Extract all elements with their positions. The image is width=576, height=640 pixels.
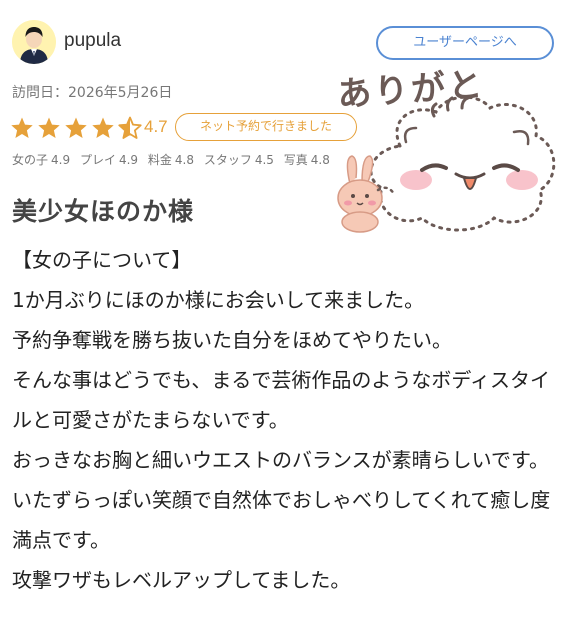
star-half-icon: [118, 116, 142, 139]
star-full-icon: [65, 117, 87, 138]
subscore-girl: 女の子 4.9: [12, 153, 71, 167]
subscore-staff: スタッフ 4.5: [203, 153, 274, 167]
rating-stars: [10, 114, 145, 142]
rating-value: 4.7: [144, 117, 168, 136]
star-full-icon: [92, 117, 114, 138]
username[interactable]: pupula: [64, 30, 121, 52]
review-paragraph: 1か月ぶりにほのか様にお会いして来ました。: [12, 288, 425, 312]
star-full-icon: [38, 117, 60, 138]
review-paragraph: おっきなお胸と細いウエストのバランスが素晴らしいです。: [12, 448, 549, 472]
star-full-icon: [11, 117, 33, 138]
review-paragraph: そんな事はどうでも、まるで芸術作品のようなボディスタイルと可愛さがたまらないです…: [12, 368, 550, 432]
review-paragraph: 攻撃ワザもレベルアップしてました。: [12, 568, 351, 592]
subscore-price: 料金 4.8: [147, 153, 194, 167]
visit-date: 訪問日：2026年5月26日: [12, 85, 173, 101]
subscores-row: 女の子 4.9 プレイ 4.9 料金 4.8 スタッフ 4.5 写真 4.8: [12, 151, 336, 168]
user-avatar-icon[interactable]: [12, 20, 56, 64]
review-paragraph: いたずらっぽい笑顔で自然体でおしゃべりしてくれて癒し度満点です。: [12, 488, 551, 552]
subscore-play: プレイ 4.9: [79, 153, 139, 167]
review-body: 【女の子について】 1か月ぶりにほのか様にお会いして来ました。 予約争奪戦を勝ち…: [12, 240, 568, 600]
sticker-caption: ありがと: [336, 64, 487, 116]
user-page-button[interactable]: ユーザーページへ: [376, 26, 554, 60]
review-paragraph: 予約争奪戦を勝ち抜いた自分をほめてやりたい。: [12, 328, 452, 352]
review-title: 美少女ほのか様: [12, 197, 195, 226]
review-paragraph: 【女の子について】: [12, 248, 192, 272]
